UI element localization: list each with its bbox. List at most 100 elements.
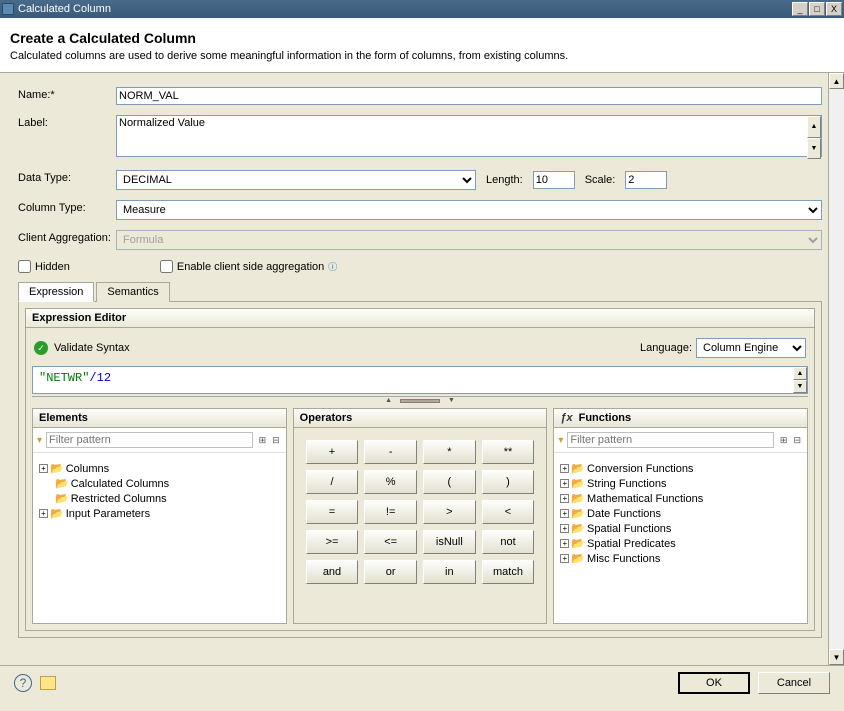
fx-icon: ƒx	[560, 412, 572, 424]
tree-item-function-category[interactable]: +📂Conversion Functions	[560, 461, 801, 476]
operator-button[interactable]: )	[482, 470, 535, 494]
horizontal-splitter[interactable]: ▲▼	[32, 396, 808, 404]
hidden-checkbox[interactable]	[18, 260, 31, 273]
columntype-select[interactable]: Measure	[116, 200, 822, 220]
scroll-up-arrow[interactable]: ▲	[829, 73, 844, 89]
tree-item-restricted-columns[interactable]: 📂 Restricted Columns	[39, 491, 280, 506]
tab-semantics[interactable]: Semantics	[96, 282, 169, 302]
folder-icon: 📂	[571, 552, 585, 565]
cancel-button[interactable]: Cancel	[758, 672, 830, 694]
expander-icon[interactable]: +	[39, 509, 48, 518]
tree-item-function-category[interactable]: +📂Date Functions	[560, 506, 801, 521]
expander-icon[interactable]: +	[560, 539, 569, 548]
hidden-label: Hidden	[35, 261, 70, 273]
operator-button[interactable]: (	[423, 470, 476, 494]
expand-all-icon[interactable]: ⊞	[257, 435, 269, 446]
tree-item-function-category[interactable]: +📂Misc Functions	[560, 551, 801, 566]
expression-spinner[interactable]: ▲▼	[793, 367, 807, 393]
tree-item-function-category[interactable]: +📂String Functions	[560, 476, 801, 491]
folder-icon: 📂	[571, 507, 585, 520]
ok-button[interactable]: OK	[678, 672, 750, 694]
operator-button[interactable]: and	[306, 560, 359, 584]
operator-button[interactable]: *	[423, 440, 476, 464]
label-textarea[interactable]: Normalized Value	[116, 115, 822, 157]
info-icon[interactable]: ⓘ	[328, 260, 337, 273]
operator-button[interactable]: **	[482, 440, 535, 464]
tab-expression[interactable]: Expression	[18, 282, 94, 302]
enable-clientagg-checkbox[interactable]	[160, 260, 173, 273]
hidden-checkbox-wrap[interactable]: Hidden	[18, 260, 70, 273]
check-icon: ✓	[34, 341, 48, 355]
operator-button[interactable]: !=	[364, 500, 417, 524]
expander-icon[interactable]: +	[560, 479, 569, 488]
maximize-button[interactable]: □	[809, 2, 825, 16]
language-label: Language:	[640, 342, 692, 354]
operators-title: Operators	[294, 409, 547, 428]
expander-icon[interactable]: +	[39, 464, 48, 473]
tree-item-calculated-columns[interactable]: 📂 Calculated Columns	[39, 476, 280, 491]
folder-icon: 📂	[50, 507, 64, 520]
expander-icon[interactable]: +	[560, 494, 569, 503]
operator-button[interactable]: -	[364, 440, 417, 464]
operator-button[interactable]: %	[364, 470, 417, 494]
scroll-down-arrow[interactable]: ▼	[829, 649, 844, 665]
expression-textarea[interactable]: "NETWR"/12	[32, 366, 808, 394]
label-spinner[interactable]: ▲▼	[807, 116, 821, 159]
clientagg-label: Client Aggregation:	[18, 230, 116, 244]
operator-button[interactable]: /	[306, 470, 359, 494]
operator-button[interactable]: match	[482, 560, 535, 584]
dialog-footer: ? OK Cancel	[0, 665, 844, 699]
folder-icon: 📂	[571, 537, 585, 550]
expand-all-icon[interactable]: ⊞	[778, 435, 790, 446]
filter-icon: ▾	[558, 435, 563, 446]
operator-button[interactable]: >	[423, 500, 476, 524]
filter-icon: ▾	[37, 435, 42, 446]
enable-clientagg-wrap[interactable]: Enable client side aggregation ⓘ	[160, 260, 337, 273]
tree-item-columns[interactable]: + 📂 Columns	[39, 461, 280, 476]
elements-panel: Elements ▾ ⊞ ⊟ +	[32, 408, 287, 624]
length-input[interactable]	[533, 171, 575, 189]
elements-title: Elements	[33, 409, 286, 428]
window-title: Calculated Column	[18, 3, 791, 15]
operator-button[interactable]: not	[482, 530, 535, 554]
page-title: Create a Calculated Column	[10, 30, 834, 46]
operator-button[interactable]: <=	[364, 530, 417, 554]
tree-item-function-category[interactable]: +📂Spatial Predicates	[560, 536, 801, 551]
operator-button[interactable]: >=	[306, 530, 359, 554]
columntype-label: Column Type:	[18, 200, 116, 214]
close-button[interactable]: X	[826, 2, 842, 16]
functions-filter-input[interactable]	[567, 432, 774, 448]
tree-item-input-parameters[interactable]: + 📂 Input Parameters	[39, 506, 280, 521]
operator-button[interactable]: +	[306, 440, 359, 464]
titlebar[interactable]: Calculated Column _ □ X	[0, 0, 844, 18]
folder-icon: 📂	[55, 477, 69, 490]
datatype-select[interactable]: DECIMAL	[116, 170, 476, 190]
validate-syntax-link[interactable]: Validate Syntax	[54, 342, 130, 354]
tree-item-function-category[interactable]: +📂Spatial Functions	[560, 521, 801, 536]
expander-icon[interactable]: +	[560, 524, 569, 533]
operator-button[interactable]: in	[423, 560, 476, 584]
operator-button[interactable]: <	[482, 500, 535, 524]
vertical-scrollbar[interactable]: ▲ ▼	[828, 73, 844, 665]
page-subtitle: Calculated columns are used to derive so…	[10, 50, 834, 62]
operator-button[interactable]: isNull	[423, 530, 476, 554]
expander-icon[interactable]: +	[560, 554, 569, 563]
expander-icon[interactable]: +	[560, 509, 569, 518]
operator-button[interactable]: or	[364, 560, 417, 584]
collapse-all-icon[interactable]: ⊟	[270, 435, 282, 446]
operator-button[interactable]: =	[306, 500, 359, 524]
help-icon[interactable]: ?	[14, 674, 32, 692]
name-input[interactable]	[116, 87, 822, 105]
app-icon	[2, 3, 14, 15]
tree-item-function-category[interactable]: +📂Mathematical Functions	[560, 491, 801, 506]
language-select[interactable]: Column Engine	[696, 338, 806, 358]
functions-panel: ƒx Functions ▾ ⊞ ⊟ +📂Convers	[553, 408, 808, 624]
scale-input[interactable]	[625, 171, 667, 189]
elements-filter-input[interactable]	[46, 432, 253, 448]
datatype-label: Data Type:	[18, 170, 116, 184]
minimize-button[interactable]: _	[792, 2, 808, 16]
note-icon[interactable]	[40, 676, 56, 690]
collapse-all-icon[interactable]: ⊟	[791, 435, 803, 446]
scale-label: Scale:	[581, 174, 620, 186]
expander-icon[interactable]: +	[560, 464, 569, 473]
